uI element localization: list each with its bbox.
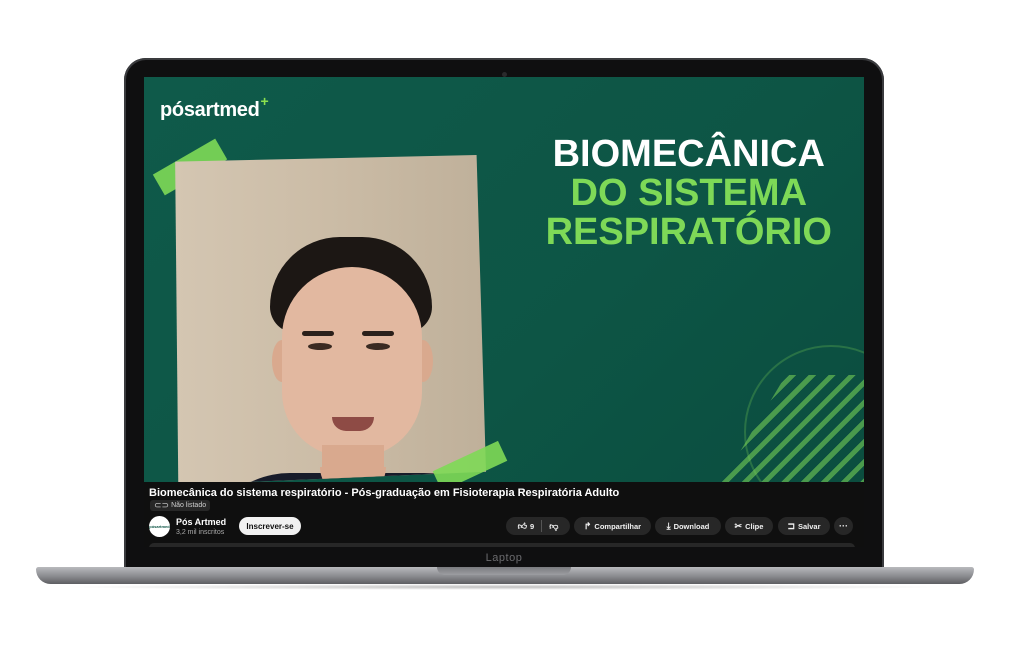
headline-line-1: BIOMECÂNICA [552, 133, 825, 175]
download-label: Download [673, 521, 710, 531]
download-icon: ⤓ [666, 520, 671, 531]
decorative-stripes [714, 375, 864, 482]
share-arrow-icon: ↱ [583, 520, 592, 531]
save-label: Salvar [798, 521, 821, 531]
subscriber-count: 3,2 mil inscritos [176, 529, 225, 536]
presenter-brow-left [302, 331, 334, 336]
laptop-base-notch [437, 567, 571, 575]
presenter-collar [320, 467, 386, 482]
video-title: Biomecânica do sistema respiratório - Pó… [149, 487, 620, 499]
visibility-label: Não listado [171, 502, 207, 509]
more-horizontal-icon: ··· [839, 520, 848, 531]
headline-line-3: RESPIRATÓRIO [545, 210, 832, 253]
visibility-badge: ⊂⊃ Não listado [150, 500, 211, 511]
presenter-photo [175, 155, 486, 482]
presenter-brow-right [362, 331, 394, 336]
channel-avatar-text: pósartmed [149, 524, 170, 529]
like-count[interactable]: 9 [530, 522, 534, 531]
bookmark-icon: ⊐ [787, 520, 795, 531]
video-player[interactable]: pósartmed+ BIOMECÂNICA DO SISTEMA RESPIR… [144, 77, 864, 482]
download-button[interactable]: ⤓ Download [655, 517, 721, 535]
subscribe-button[interactable]: Inscrever-se [239, 517, 301, 535]
clip-button[interactable]: ✂ Clipe [725, 517, 773, 535]
channel-name[interactable]: Pós Artmed [176, 517, 226, 527]
save-button[interactable]: ⊐ Salvar [778, 517, 830, 535]
like-divider [541, 520, 543, 532]
brand-name: pósartmed [160, 99, 260, 121]
share-label: Compartilhar [594, 521, 642, 531]
brand-logo: pósartmed+ [160, 93, 269, 122]
like-dislike-group: 👍︎ 9 👎︎ [506, 517, 570, 535]
share-button[interactable]: ↱ Compartilhar [574, 517, 651, 535]
more-actions-button[interactable]: ··· [834, 517, 853, 535]
laptop-shadow [60, 584, 950, 590]
video-headline: BIOMECÂNICA DO SISTEMA RESPIRATÓRIO [546, 135, 832, 251]
scissors-icon: ✂ [734, 520, 743, 531]
clip-label: Clipe [745, 521, 764, 531]
presenter-eye-left [308, 343, 332, 350]
presenter-eye-right [366, 343, 390, 350]
link-icon: ⊂⊃ [154, 500, 170, 510]
channel-avatar[interactable]: pósartmed [149, 516, 170, 537]
laptop-screen: pósartmed+ BIOMECÂNICA DO SISTEMA RESPIR… [144, 77, 864, 547]
thumbs-down-icon[interactable]: 👎︎ [549, 521, 558, 531]
brand-plus-icon: + [260, 93, 269, 109]
device-label: Laptop [485, 552, 523, 564]
headline-line-2: DO SISTEMA [570, 171, 808, 214]
thumbs-up-icon[interactable]: 👍︎ [518, 521, 527, 531]
description-box[interactable] [149, 543, 855, 547]
